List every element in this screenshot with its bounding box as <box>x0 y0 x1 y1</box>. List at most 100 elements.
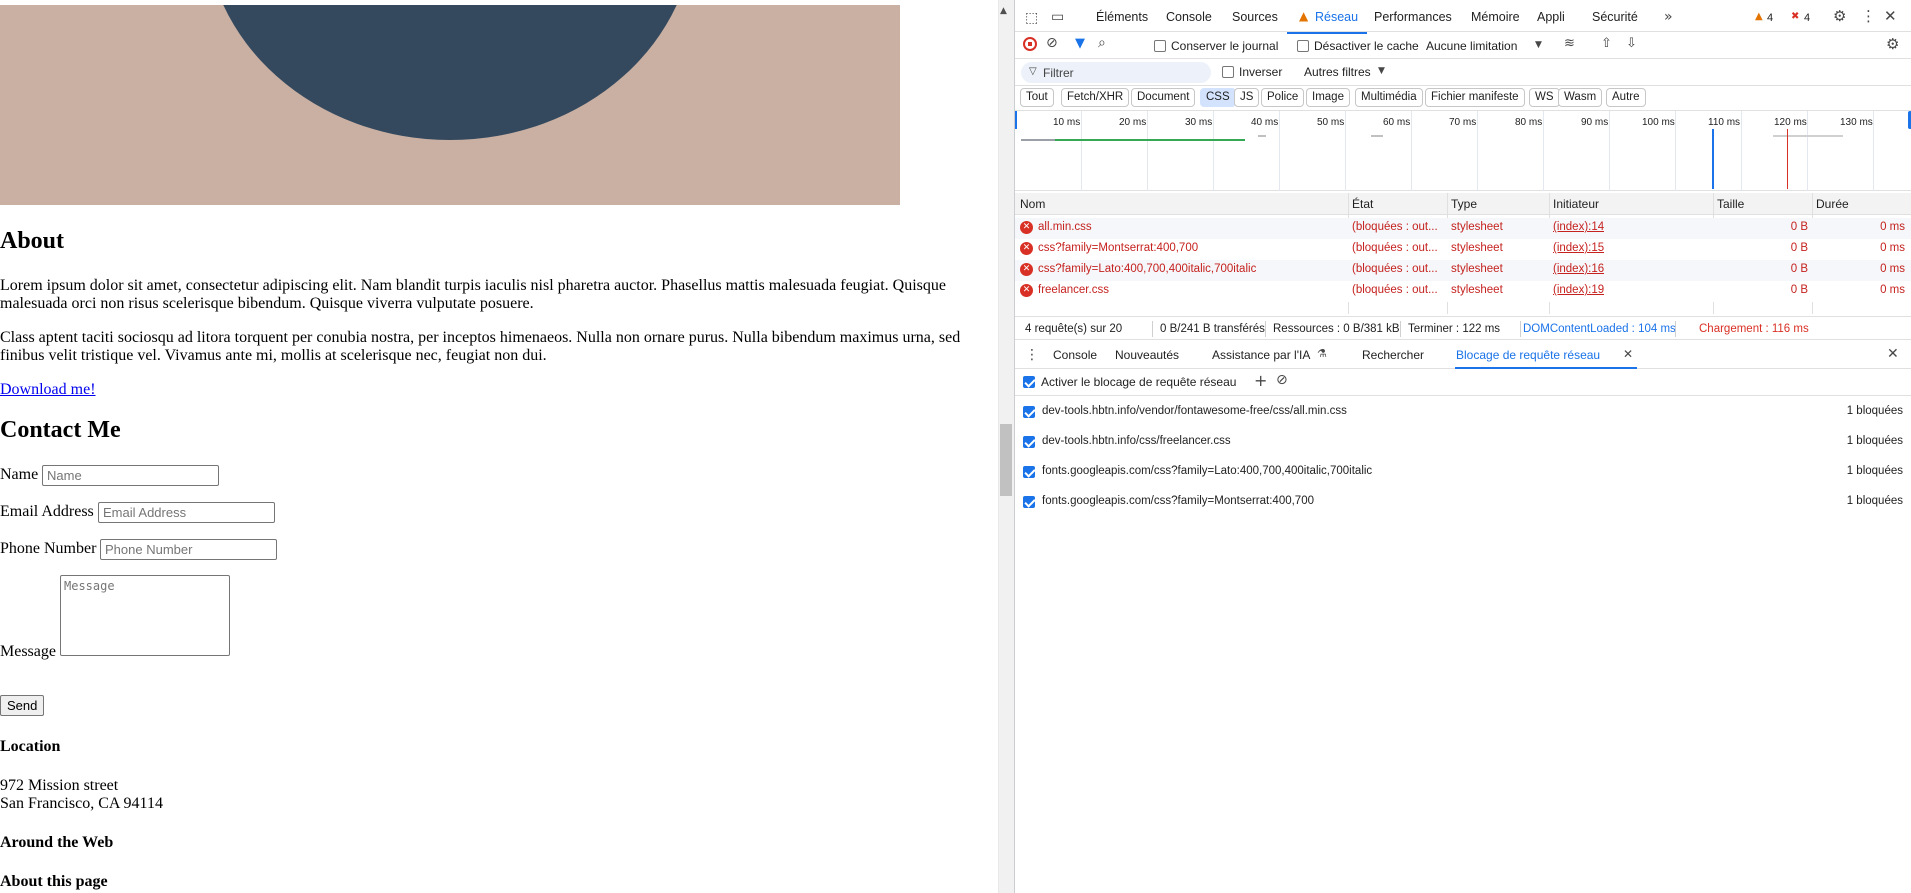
type-other[interactable]: Autre <box>1606 88 1646 107</box>
request-initiator-link[interactable]: (index):15 <box>1553 242 1604 254</box>
type-image[interactable]: Image <box>1306 88 1350 107</box>
more-filters-button[interactable]: Autres filtres <box>1304 65 1371 79</box>
enable-blocking-checkbox[interactable] <box>1023 376 1035 388</box>
filter-input-box[interactable]: ▽ Filtrer <box>1021 62 1211 83</box>
message-textarea[interactable] <box>60 575 230 656</box>
warning-count[interactable]: 4 <box>1767 12 1773 24</box>
col-status-header[interactable]: État <box>1352 197 1373 211</box>
tab-network[interactable]: Réseau <box>1315 10 1358 24</box>
table-row[interactable]: ✕ all.min.css (bloquées : out... stylesh… <box>1015 218 1911 239</box>
close-drawer-icon[interactable]: ✕ <box>1887 347 1899 361</box>
tab-security[interactable]: Sécurité <box>1592 10 1638 24</box>
page-scroll-thumb[interactable] <box>1000 424 1012 496</box>
type-wasm[interactable]: Wasm <box>1558 88 1603 107</box>
list-item[interactable]: fonts.googleapis.com/css?family=Montserr… <box>1015 487 1911 517</box>
type-css[interactable]: CSS <box>1200 88 1236 107</box>
request-initiator-link[interactable]: (index):14 <box>1553 221 1604 233</box>
chevron-double-right-icon[interactable]: » <box>1664 10 1673 24</box>
search-icon[interactable]: ⌕ <box>1098 36 1106 50</box>
error-count-icon[interactable]: ✖ <box>1791 12 1799 22</box>
drawer-tab-console[interactable]: Console <box>1053 348 1097 362</box>
request-initiator-link[interactable]: (index):19 <box>1553 284 1604 296</box>
col-time-header[interactable]: Durée <box>1816 197 1849 211</box>
address-line-2: San Francisco, CA 94114 <box>0 795 163 812</box>
network-toolbar: ⊘ ▼ ⌕ Conserver le journal Désactiver le… <box>1015 33 1911 59</box>
device-toolbar-icon[interactable]: ▭ <box>1051 10 1064 24</box>
pattern-checkbox[interactable] <box>1023 466 1035 478</box>
email-input[interactable] <box>98 502 275 523</box>
table-row[interactable]: ✕ css?family=Lato:400,700,400italic,700i… <box>1015 260 1911 281</box>
tab-sources[interactable]: Sources <box>1232 10 1278 24</box>
pattern-checkbox[interactable] <box>1023 406 1035 418</box>
table-row[interactable]: ✕ freelancer.css (bloquées : out... styl… <box>1015 281 1911 302</box>
col-name-header[interactable]: Nom <box>1020 197 1045 211</box>
close-devtools-icon[interactable]: ✕ <box>1884 9 1897 24</box>
drawer-tab-whats-new[interactable]: Nouveautés <box>1115 348 1179 362</box>
type-document[interactable]: Document <box>1131 88 1196 107</box>
col-initiator-header[interactable]: Initiateur <box>1553 197 1599 211</box>
more-filters-chevron-icon[interactable]: ▼ <box>1378 67 1385 76</box>
col-type-header[interactable]: Type <box>1451 197 1477 211</box>
network-settings-gear-icon[interactable]: ⚙ <box>1886 37 1899 52</box>
list-item[interactable]: dev-tools.hbtn.info/css/freelancer.css 1… <box>1015 427 1911 457</box>
type-font[interactable]: Police <box>1261 88 1305 107</box>
type-fetch-xhr[interactable]: Fetch/XHR <box>1061 88 1130 107</box>
tab-application[interactable]: Appli <box>1537 10 1565 24</box>
type-js[interactable]: JS <box>1234 88 1260 107</box>
email-label: Email Address <box>0 503 94 520</box>
col-size-header[interactable]: Taille <box>1717 197 1744 211</box>
tab-elements[interactable]: Éléments <box>1096 10 1148 24</box>
filter-funnel-icon[interactable]: ▼ <box>1075 37 1085 50</box>
clear-icon[interactable]: ⊘ <box>1046 36 1058 50</box>
name-input[interactable] <box>42 465 219 486</box>
export-har-icon[interactable]: ⇩ <box>1626 37 1637 50</box>
filter-input[interactable]: Filtrer <box>1043 66 1074 80</box>
preserve-log-checkbox[interactable] <box>1154 40 1166 52</box>
chevron-down-icon[interactable]: ▼ <box>1535 41 1542 50</box>
send-button[interactable]: Send <box>0 695 45 716</box>
request-table-body: ✕ all.min.css (bloquées : out... stylesh… <box>1015 218 1911 308</box>
import-har-icon[interactable]: ⇧ <box>1601 37 1612 50</box>
pattern-checkbox[interactable] <box>1023 436 1035 448</box>
scroll-up-arrow-icon[interactable]: ▲ <box>1000 6 1007 16</box>
request-name: css?family=Lato:400,700,400italic,700ita… <box>1038 263 1257 275</box>
tab-memory[interactable]: Mémoire <box>1471 10 1520 24</box>
download-link[interactable]: Download me! <box>0 381 96 399</box>
hero-avatar-circle <box>205 5 695 140</box>
type-manifest[interactable]: Fichier manifeste <box>1425 88 1525 107</box>
warning-count-icon[interactable]: ▲ <box>1755 12 1763 22</box>
request-initiator-link[interactable]: (index):16 <box>1553 263 1604 275</box>
error-count[interactable]: 4 <box>1804 12 1810 24</box>
drawer-tab-search[interactable]: Rechercher <box>1362 348 1424 362</box>
tab-console[interactable]: Console <box>1166 10 1212 24</box>
drawer-tab-request-blocking[interactable]: Blocage de requête réseau <box>1456 348 1600 362</box>
more-options-icon[interactable]: ⋮ <box>1861 9 1876 24</box>
list-item[interactable]: fonts.googleapis.com/css?family=Lato:400… <box>1015 457 1911 487</box>
drawer-tab-ai-assistance[interactable]: Assistance par l'IA <box>1212 348 1310 362</box>
disable-cache-checkbox[interactable] <box>1297 40 1309 52</box>
tick-label: 20 ms <box>1119 117 1147 128</box>
type-all[interactable]: Tout <box>1020 88 1054 107</box>
tab-performance[interactable]: Performances <box>1374 10 1452 24</box>
request-status: (bloquées : out... <box>1352 242 1438 254</box>
network-overview-timeline[interactable]: 10 ms 20 ms 30 ms 40 ms 50 ms 60 ms 70 m… <box>1015 111 1911 191</box>
overview-left-handle[interactable] <box>1015 111 1017 129</box>
settings-gear-icon[interactable]: ⚙ <box>1833 9 1846 24</box>
close-tab-icon[interactable]: ✕ <box>1623 348 1633 360</box>
network-conditions-icon[interactable]: ≋ <box>1564 37 1575 50</box>
tick-line <box>1411 111 1412 191</box>
type-media[interactable]: Multimédia <box>1355 88 1423 107</box>
list-item[interactable]: dev-tools.hbtn.info/vendor/fontawesome-f… <box>1015 397 1911 427</box>
pattern-checkbox[interactable] <box>1023 496 1035 508</box>
remove-all-patterns-icon[interactable]: ⊘ <box>1276 373 1288 387</box>
type-ws[interactable]: WS <box>1529 88 1560 107</box>
throttling-select[interactable]: Aucune limitation <box>1426 39 1517 53</box>
record-stop-icon[interactable] <box>1023 37 1037 51</box>
invert-checkbox[interactable] <box>1222 66 1234 78</box>
drawer-menu-icon[interactable]: ⋮ <box>1025 348 1039 362</box>
phone-input[interactable] <box>100 539 277 560</box>
add-pattern-icon[interactable]: + <box>1254 373 1267 389</box>
inspect-element-icon[interactable]: ⬚ <box>1025 11 1038 25</box>
tick-label: 10 ms <box>1053 117 1081 128</box>
table-row[interactable]: ✕ css?family=Montserrat:400,700 (bloquée… <box>1015 239 1911 260</box>
